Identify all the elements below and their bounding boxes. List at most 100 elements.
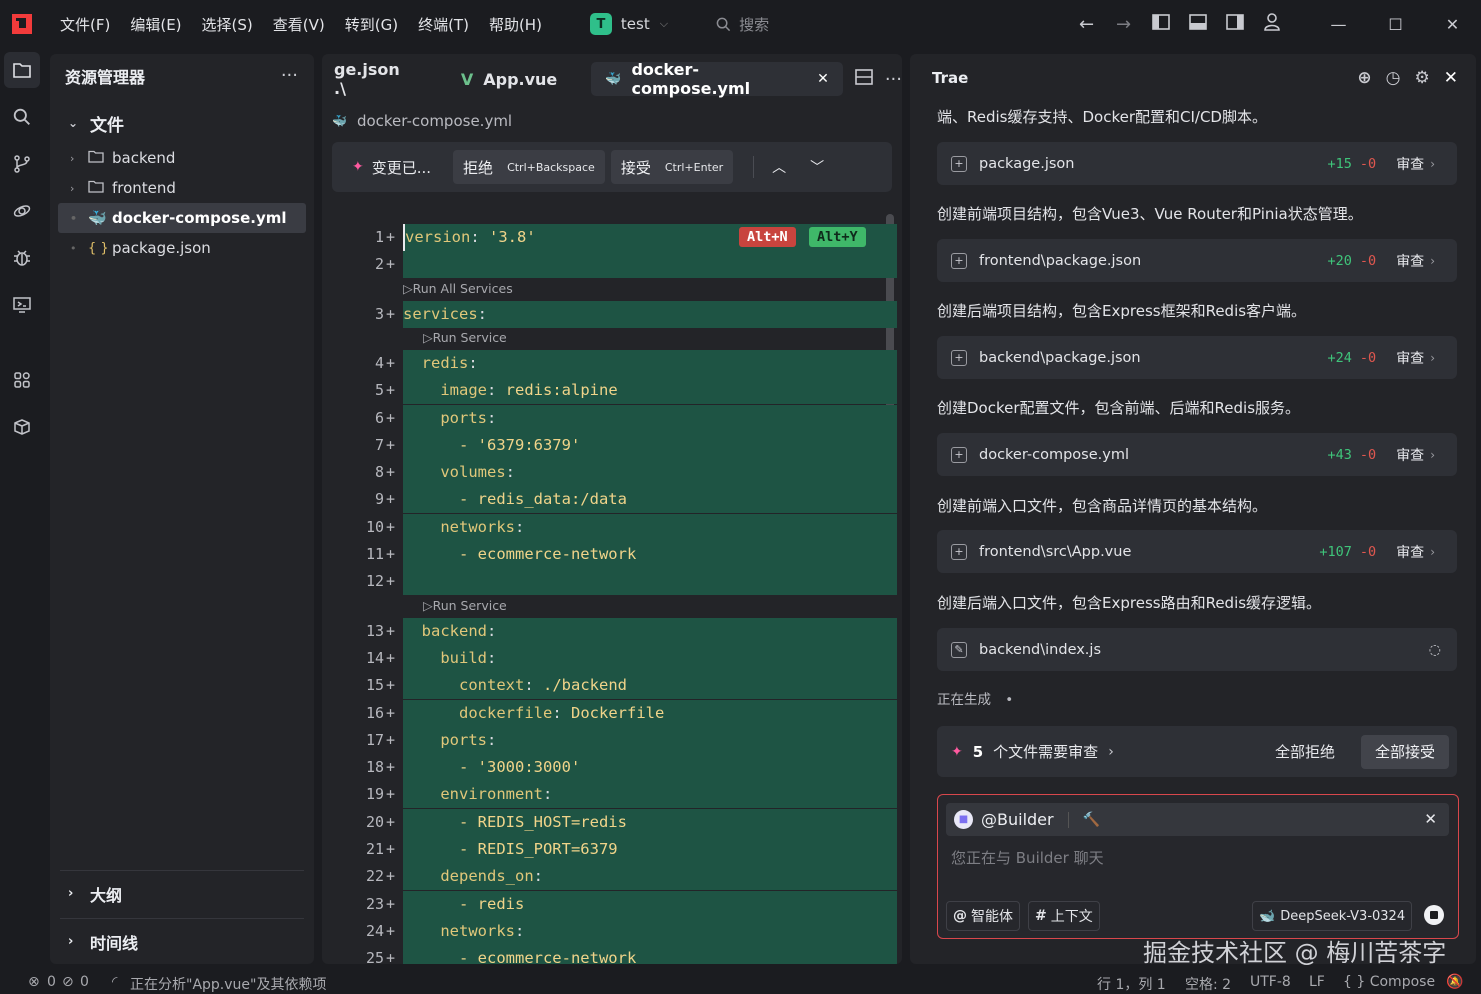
chat-input[interactable]: 您正在与 Builder 聊天	[951, 847, 1104, 868]
menu-help[interactable]: 帮助(H)	[489, 14, 542, 35]
split-editor-icon[interactable]	[855, 69, 873, 89]
code-text[interactable]: redis:	[403, 349, 897, 377]
error-icon[interactable]: ⊗	[28, 974, 40, 990]
outline-section[interactable]: › 大纲	[60, 870, 304, 916]
menu-file[interactable]: 文件(F)	[60, 14, 110, 35]
code-line[interactable]: 3 + services:	[322, 300, 902, 328]
code-line[interactable]: 17 + ports:	[322, 726, 902, 754]
search-box[interactable]: 搜索	[716, 14, 769, 35]
code-line[interactable]: 16 + dockerfile: Dockerfile	[322, 699, 902, 727]
accept-hint-badge[interactable]: Alt+Y	[809, 227, 866, 247]
reject-hint-badge[interactable]: Alt+N	[739, 227, 796, 247]
close-icon[interactable]: ✕	[1424, 810, 1437, 828]
code-text[interactable]: volumes:	[403, 459, 897, 487]
menu-terminal[interactable]: 终端(T)	[418, 14, 469, 35]
package-icon[interactable]	[4, 409, 40, 445]
new-chat-icon[interactable]: ⊕	[1357, 68, 1371, 88]
review-link[interactable]: 审查	[1396, 445, 1424, 465]
explorer-icon[interactable]	[4, 52, 40, 88]
code-line[interactable]: 23 + - redis	[322, 890, 902, 918]
tree-item-package-json[interactable]: • { } package.json	[50, 233, 314, 263]
code-text[interactable]: environment:	[403, 781, 897, 809]
code-text[interactable]	[403, 251, 897, 279]
code-text[interactable]: dockerfile: Dockerfile	[403, 699, 897, 727]
code-line[interactable]: 4 + redis:	[322, 349, 902, 377]
code-line[interactable]: 11 + - ecommerce-network	[322, 541, 902, 568]
code-line[interactable]: 10 + networks:	[322, 513, 902, 541]
code-text[interactable]: - '3000:3000'	[403, 754, 897, 782]
source-control-icon[interactable]	[4, 146, 40, 182]
code-line[interactable]: 6 + ports:	[322, 404, 902, 432]
gear-icon[interactable]: ⚙	[1415, 68, 1430, 88]
menu-goto[interactable]: 转到(G)	[345, 14, 398, 35]
code-line[interactable]: 24 + networks:	[322, 917, 902, 945]
code-text[interactable]: - REDIS_PORT=6379	[403, 836, 897, 863]
reject-all-button[interactable]: 全部拒绝	[1275, 741, 1335, 762]
code-line[interactable]: 22 + depends_on:	[322, 863, 902, 891]
code-line[interactable]: 25 + - ecommerce-network	[322, 945, 902, 964]
file-change-card[interactable]: ✎ backend\index.js ◌	[937, 628, 1457, 671]
preview-icon[interactable]	[4, 287, 40, 323]
file-change-card[interactable]: + package.json +15 -0 审查 ›	[937, 142, 1457, 185]
notification-icon[interactable]: 🔕	[1446, 974, 1463, 990]
context-chip[interactable]: # 上下文	[1028, 901, 1100, 931]
back-arrow-icon[interactable]: ←	[1068, 14, 1105, 35]
toggle-sidebar-icon[interactable]	[1142, 13, 1179, 35]
code-line[interactable]: 5 + image: redis:alpine	[322, 377, 902, 405]
review-link[interactable]: 审查	[1396, 542, 1424, 562]
code-line[interactable]: 15 + context: ./backend	[322, 672, 902, 700]
toggle-ai-panel-icon[interactable]	[1216, 13, 1253, 35]
agent-name[interactable]: @Builder	[981, 810, 1054, 829]
maximize-button[interactable]: ☐	[1367, 15, 1424, 34]
code-lens-run[interactable]: ▷Run Service	[423, 596, 507, 616]
tree-item-backend[interactable]: › backend	[50, 143, 314, 173]
code-line[interactable]: 9 + - redis_data:/data	[322, 486, 902, 514]
wrench-icon[interactable]: 🔨	[1083, 812, 1100, 828]
code-text[interactable]	[403, 568, 897, 596]
history-icon[interactable]: ◷	[1386, 68, 1401, 88]
file-change-card[interactable]: + frontend\package.json +20 -0 审查 ›	[937, 239, 1457, 282]
tab-package-json[interactable]: ge.json .\	[322, 60, 427, 98]
code-text[interactable]: - ecommerce-network	[403, 945, 897, 964]
model-selector[interactable]: 🐋 DeepSeek-V3-0324	[1252, 901, 1413, 931]
code-line[interactable]: 2 +	[322, 251, 902, 279]
code-text[interactable]: context: ./backend	[403, 672, 897, 700]
code-text[interactable]: image: redis:alpine	[403, 377, 897, 405]
line-ending[interactable]: LF	[1309, 974, 1325, 990]
code-text[interactable]: depends_on:	[403, 863, 897, 891]
chevron-up-icon[interactable]: ︿	[772, 157, 786, 177]
more-actions-icon[interactable]: ···	[885, 69, 902, 90]
code-lens-run[interactable]: ▷Run All Services	[403, 279, 513, 299]
accept-all-button[interactable]: 全部接受	[1360, 734, 1449, 769]
tab-app-vue[interactable]: V App.vue	[447, 62, 571, 96]
files-section-header[interactable]: ⌄ 文件	[50, 103, 314, 143]
stop-button[interactable]	[1424, 905, 1444, 925]
code-text[interactable]: ports:	[403, 404, 897, 432]
code-line[interactable]: 20 + - REDIS_HOST=redis	[322, 808, 902, 836]
cursor-position[interactable]: 行 1，列 1	[1097, 974, 1166, 994]
code-line[interactable]: 1 + version: '3.8' Alt+N Alt+Y	[322, 224, 902, 251]
code-text[interactable]: networks:	[403, 917, 897, 945]
indentation[interactable]: 空格: 2	[1185, 974, 1231, 994]
file-change-card[interactable]: + docker-compose.yml +43 -0 审查 ›	[937, 433, 1457, 476]
language-mode[interactable]: { } Compose	[1343, 974, 1435, 990]
timeline-section[interactable]: › 时间线	[60, 918, 304, 964]
error-count[interactable]: 0	[47, 974, 56, 990]
minimize-button[interactable]: —	[1310, 15, 1367, 34]
code-text[interactable]: ports:	[403, 726, 897, 754]
close-icon[interactable]: ✕	[1444, 68, 1458, 88]
remote-icon[interactable]	[4, 193, 40, 229]
code-text[interactable]: backend:	[403, 617, 897, 645]
tree-item-frontend[interactable]: › frontend	[50, 173, 314, 203]
code-line[interactable]: 13 + backend:	[322, 617, 902, 645]
project-switcher[interactable]: T test ⌵	[589, 13, 668, 35]
chevron-down-icon[interactable]: ﹀	[810, 157, 824, 177]
code-line[interactable]: 8 + volumes:	[322, 459, 902, 487]
review-link[interactable]: 审查	[1396, 348, 1424, 368]
code-lens-run[interactable]: ▷Run Service	[423, 328, 507, 348]
code-text[interactable]: services:	[403, 300, 897, 328]
close-icon[interactable]: ✕	[817, 71, 829, 87]
code-line[interactable]: 19 + environment:	[322, 781, 902, 809]
menu-edit[interactable]: 编辑(E)	[130, 14, 181, 35]
encoding[interactable]: UTF-8	[1250, 974, 1291, 990]
